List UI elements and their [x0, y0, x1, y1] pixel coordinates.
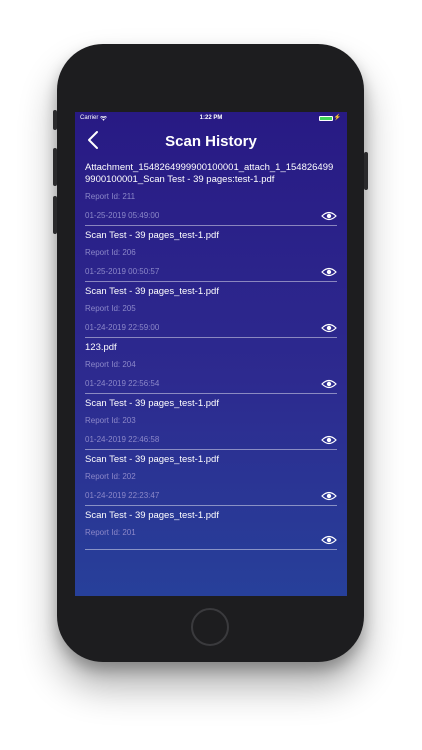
eye-icon[interactable] [321, 491, 337, 501]
scan-date: 01-25-2019 05:49:00 [85, 211, 160, 220]
volume-down-button [53, 196, 57, 234]
scan-date: 01-24-2019 22:59:00 [85, 323, 160, 332]
page-title: Scan History [165, 133, 257, 150]
status-bar: Carrier 1:22 PM ⚡ [75, 112, 347, 126]
file-name: Attachment_1548264999900100001_attach_1_… [85, 162, 334, 185]
history-item[interactable]: Scan Test - 39 pages_test-1.pdf Report Id… [85, 282, 337, 338]
scan-date [85, 546, 337, 549]
file-name: Scan Test - 39 pages_test-1.pdf [85, 510, 219, 521]
file-name: 123.pdf [85, 342, 117, 353]
scan-history-list: Attachment_1548264999900100001_attach_1_… [85, 158, 337, 550]
eye-icon[interactable] [321, 535, 337, 545]
battery-indicator: ⚡ [318, 115, 341, 121]
file-name: Scan Test - 39 pages_test-1.pdf [85, 398, 219, 409]
navigation-bar: Scan History [75, 126, 347, 154]
stage: Carrier 1:22 PM ⚡ Scan History Attachmen… [0, 0, 422, 750]
file-name: Scan Test - 39 pages_test-1.pdf [85, 454, 219, 465]
charging-bolt-icon: ⚡ [333, 115, 341, 121]
scan-date: 01-25-2019 00:50:57 [85, 267, 160, 276]
report-id: Report Id: 201 [85, 528, 136, 537]
history-item[interactable]: Scan Test - 39 pages_test-1.pdf Report Id… [85, 506, 337, 550]
status-time: 1:22 PM [199, 115, 223, 121]
history-item[interactable]: 123.pdf Report Id: 204 01-24-2019 22:56:54 [85, 338, 337, 394]
volume-up-button [53, 148, 57, 186]
report-id: Report Id: 204 [85, 360, 136, 369]
report-id: Report Id: 202 [85, 472, 136, 481]
history-item[interactable]: Scan Test - 39 pages_test-1.pdf Report Id… [85, 226, 337, 282]
home-button[interactable] [191, 608, 229, 646]
app-screen: Carrier 1:22 PM ⚡ Scan History Attachmen… [75, 112, 347, 596]
scan-date: 01-24-2019 22:23:47 [85, 491, 160, 500]
history-item[interactable]: Scan Test - 39 pages_test-1.pdf Report Id… [85, 450, 337, 506]
report-id: Report Id: 211 [85, 192, 136, 201]
history-item[interactable]: Scan Test - 39 pages_test-1.pdf Report Id… [85, 394, 337, 450]
eye-icon[interactable] [321, 267, 337, 277]
report-id: Report Id: 205 [85, 304, 136, 313]
eye-icon[interactable] [321, 323, 337, 333]
eye-icon[interactable] [321, 435, 337, 445]
battery-icon [318, 115, 333, 121]
mute-switch [53, 110, 57, 130]
report-id: Report Id: 206 [85, 248, 136, 257]
file-name: Scan Test - 39 pages_test-1.pdf [85, 230, 219, 241]
file-name: Scan Test - 39 pages_test-1.pdf [85, 286, 219, 297]
eye-icon[interactable] [321, 379, 337, 389]
history-item[interactable]: Attachment_1548264999900100001_attach_1_… [85, 158, 337, 226]
eye-icon[interactable] [321, 211, 337, 221]
battery-fill [319, 116, 332, 120]
power-button [364, 152, 368, 190]
scan-date: 01-24-2019 22:46:58 [85, 435, 160, 444]
report-id: Report Id: 203 [85, 416, 136, 425]
scan-date: 01-24-2019 22:56:54 [85, 379, 160, 388]
